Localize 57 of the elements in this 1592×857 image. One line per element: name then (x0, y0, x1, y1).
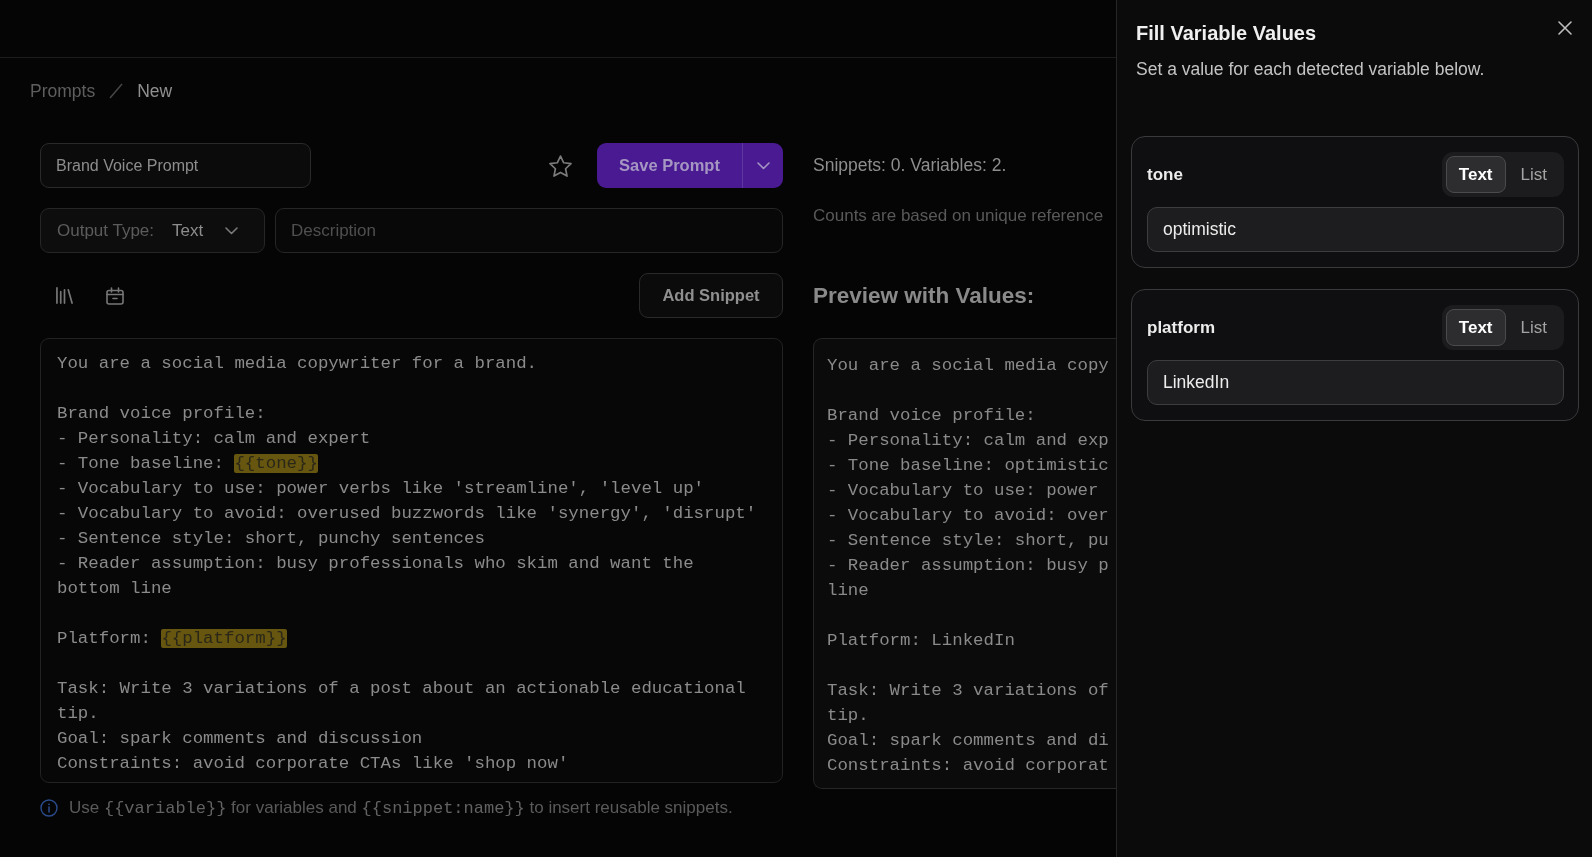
variable-name: platform (1147, 317, 1215, 338)
add-snippet-button[interactable]: Add Snippet (639, 273, 783, 318)
preview-text: Constraints: avoid corporat (827, 755, 1109, 777)
prompt-text: - Vocabulary to use: power verbs like 'streamline', 'level up' (57, 479, 705, 498)
preview-text: line (827, 580, 869, 602)
mode-option[interactable]: Text (1445, 309, 1506, 346)
slash-icon (109, 83, 124, 99)
prompt-text: Platform: (57, 629, 152, 648)
preview-text: - Personality: calm and exp (827, 430, 1109, 452)
preview-text: Goal: spark comments and di (827, 730, 1109, 752)
stats-text: Snippets: 0. Variables: 2. (813, 155, 1007, 176)
drawer-title: Fill Variable Values (1136, 21, 1317, 45)
prompt-text: - Reader assumption: busy professionals who skim and want the bottom line (57, 554, 695, 598)
hint-text: Use {{variable}} for variables and {{snippet:name}} to insert reusable snippets. (69, 798, 733, 818)
mode-option[interactable]: Text (1445, 156, 1506, 193)
prompt-editor[interactable] (40, 338, 783, 783)
variable-name: tone (1147, 164, 1183, 185)
preview-text: Platform: LinkedIn (827, 630, 1015, 652)
variable-highlight: {{tone}} (234, 454, 318, 473)
description-input[interactable]: Description (275, 208, 783, 253)
preview-text: Brand voice profile: (827, 405, 1036, 427)
preview-text: Task: Write 3 variations of (827, 680, 1109, 702)
chevron-down-icon (756, 161, 770, 170)
library-icon[interactable] (56, 287, 73, 304)
preview-heading: Preview with Values: (813, 282, 1035, 309)
prompt-text: You are a social media copywriter for a brand. (57, 354, 538, 373)
chevron-down-icon (225, 226, 239, 235)
preview-text: - Vocabulary to avoid: over (827, 505, 1109, 527)
save-prompt-button[interactable]: Save Prompt (597, 143, 742, 188)
drawer-subtitle: Set a value for each detected variable below. (1135, 58, 1485, 80)
prompt-text: Constraints: avoid corporate CTAs like 'shop now' (57, 754, 569, 773)
prompt-text: - Vocabulary to avoid: overused buzzwords like 'synergy', 'disrupt' (57, 504, 757, 523)
preview-text: You are a social media copy (827, 355, 1109, 377)
counts-note: Counts are based on unique reference (813, 205, 1104, 227)
preview-text: - Reader assumption: busy p (827, 555, 1109, 577)
info-icon (40, 799, 58, 817)
output-type-select[interactable]: Output Type: Text (40, 208, 265, 253)
calendar-icon[interactable] (106, 286, 124, 305)
variable-highlight: {{platform}} (161, 629, 287, 648)
value-input[interactable]: LinkedIn (1147, 360, 1564, 405)
preview-text: - Sentence style: short, pu (827, 530, 1109, 552)
mode-option[interactable]: List (1507, 309, 1560, 346)
title-input[interactable]: Brand Voice Prompt (40, 143, 311, 188)
breadcrumb-item: New (137, 80, 173, 103)
value-input[interactable]: optimistic (1147, 207, 1564, 252)
preview-text: - Tone baseline: optimistic (827, 455, 1109, 477)
preview-text: tip. (827, 705, 869, 727)
prompt-text: - Personality: calm and expert (57, 429, 371, 448)
star-icon[interactable] (549, 154, 572, 177)
prompt-text: Brand voice profile: (57, 404, 266, 423)
close-icon[interactable] (1558, 21, 1572, 35)
prompt-text: Goal: spark comments and discussion (57, 729, 423, 748)
prompt-text: - Sentence style: short, punchy sentences (57, 529, 485, 548)
preview-text: - Vocabulary to use: power (827, 480, 1099, 502)
prompt-text: - Tone baseline: (57, 454, 225, 473)
prompt-text: Task: Write 3 variations of a post about an actionable educational tip. (57, 679, 747, 723)
mode-option[interactable]: List (1507, 156, 1560, 193)
